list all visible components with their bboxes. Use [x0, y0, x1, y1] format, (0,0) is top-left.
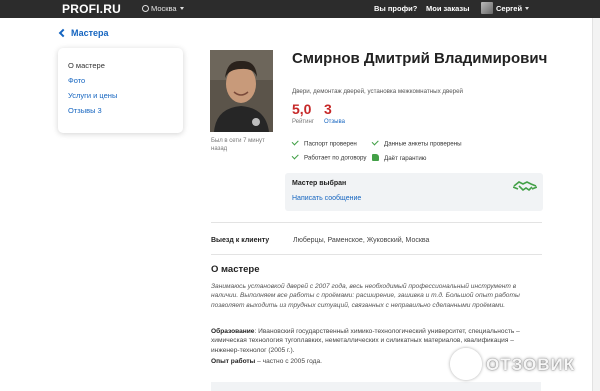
departure-label: Выезд к клиенту	[211, 237, 270, 244]
rating-value: 5,0	[292, 101, 312, 117]
master-name: Смирнов Дмитрий Владимирович	[292, 50, 548, 67]
badge-label: Паспорт проверен	[304, 140, 357, 148]
caret-down-icon	[525, 7, 530, 10]
back-link-label: Мастера	[71, 28, 109, 38]
thumbs-up-icon	[372, 154, 379, 161]
experience-block: Опыт работы – частно с 2005 года.	[211, 358, 322, 365]
check-icon	[371, 138, 379, 146]
avatar	[481, 2, 493, 14]
badge-label: Работает по договору	[304, 154, 367, 162]
divider	[211, 222, 542, 223]
badge-label: Данные анкеты проверены	[384, 140, 462, 148]
next-section-panel	[211, 382, 541, 391]
badge-passport: Паспорт проверен	[291, 138, 357, 148]
reviews-count[interactable]: 3	[324, 101, 332, 117]
master-photo[interactable]	[210, 50, 273, 132]
top-navigation-bar: PROFI.RU Москва Вы профи? Мои заказы Сер…	[0, 0, 600, 18]
check-icon	[291, 138, 299, 146]
sidebar-item-services[interactable]: Услуги и цены	[68, 91, 117, 100]
sidebar-item-about[interactable]: О мастере	[68, 61, 105, 70]
about-heading: О мастере	[211, 264, 260, 275]
rating-label: Рейтинг	[292, 119, 315, 125]
experience-label: Опыт работы	[211, 358, 256, 365]
online-status: Был в сети 7 минут назад	[211, 138, 265, 153]
profi-logo[interactable]: PROFI.RU	[62, 2, 121, 16]
master-chosen-panel: Мастер выбран Написать сообщение	[285, 173, 543, 211]
experience-text: – частно с 2005 года.	[255, 358, 322, 365]
user-menu[interactable]: Сергей	[481, 2, 530, 14]
are-you-pro-link[interactable]: Вы профи?	[374, 4, 417, 13]
chevron-left-icon	[58, 28, 68, 38]
master-photo-image	[210, 50, 273, 132]
write-message-link[interactable]: Написать сообщение	[292, 195, 361, 202]
reviews-link[interactable]: Отзыва	[324, 119, 345, 125]
badge-label: Даёт гарантию	[384, 155, 427, 162]
education-label: Образование	[211, 328, 255, 335]
otzovik-watermark: ОТЗОВИК	[448, 347, 596, 383]
city-label: Москва	[151, 4, 177, 13]
specialization: Двери, демонтаж дверей, установка межком…	[292, 88, 464, 95]
caret-down-icon	[179, 7, 184, 10]
back-to-masters-link[interactable]: Мастера	[58, 28, 109, 38]
master-chosen-title: Мастер выбран	[292, 180, 347, 187]
divider	[211, 254, 542, 255]
badge-contract: Работает по договору	[291, 152, 367, 162]
scrollbar[interactable]	[592, 18, 600, 391]
handshake-icon	[513, 181, 537, 192]
sidebar-item-photo[interactable]: Фото	[68, 76, 85, 85]
location-icon	[142, 5, 149, 12]
badge-guarantee: Даёт гарантию	[372, 154, 426, 162]
sidebar-item-reviews[interactable]: Отзывы 3	[68, 106, 102, 115]
check-icon	[291, 152, 299, 160]
about-description: Занимаюсь установкой дверей с 2007 года,…	[211, 283, 520, 309]
badge-data-verified: Данные анкеты проверены	[371, 138, 462, 148]
my-orders-link[interactable]: Мои заказы	[426, 4, 469, 13]
profile-sections-menu: О мастере Фото Услуги и цены Отзывы 3	[58, 48, 183, 133]
departure-areas: Люберцы, Раменское, Жуковский, Москва	[293, 237, 430, 244]
city-selector[interactable]: Москва	[142, 4, 184, 13]
user-name: Сергей	[496, 4, 523, 13]
watermark-logo-icon	[450, 348, 482, 380]
watermark-text: ОТЗОВИК	[486, 355, 576, 374]
